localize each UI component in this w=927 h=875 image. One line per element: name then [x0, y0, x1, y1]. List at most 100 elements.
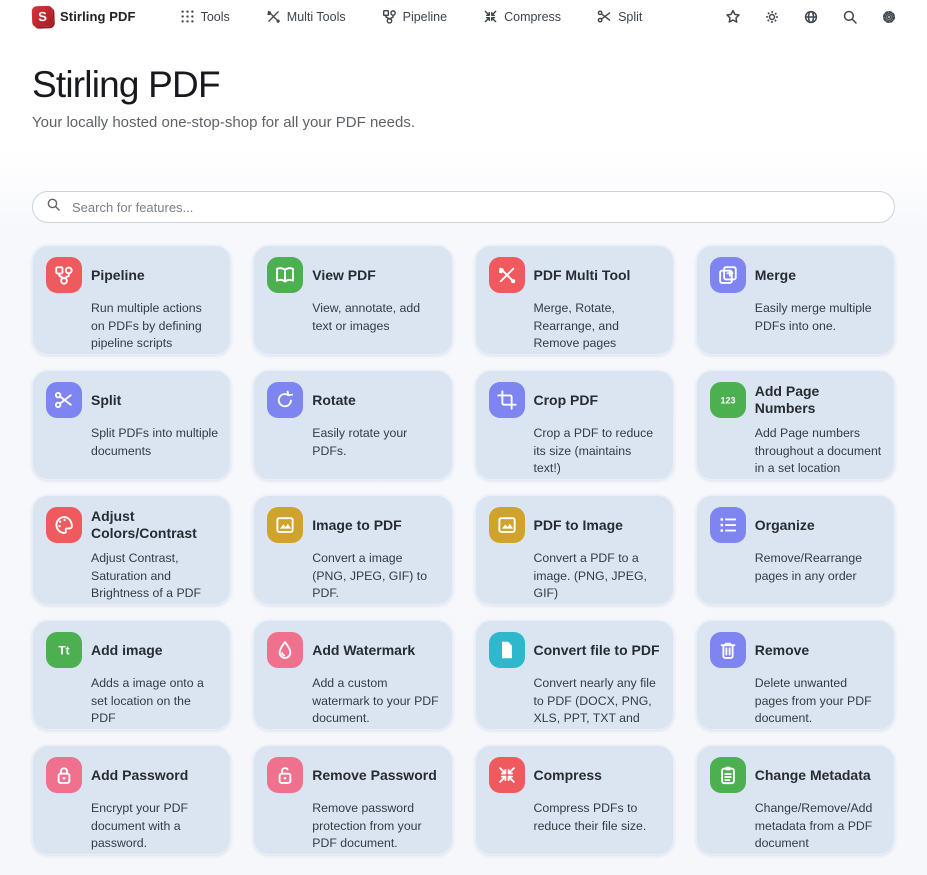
- card-compress[interactable]: CompressCompress PDFs to reduce their fi…: [475, 745, 674, 855]
- unlock-icon: [275, 765, 295, 785]
- crop-icon: [497, 390, 517, 410]
- rotate-icon: [275, 390, 295, 410]
- search-input[interactable]: [70, 199, 881, 216]
- brightness-button[interactable]: [764, 9, 780, 25]
- card-pipeline[interactable]: PipelineRun multiple actions on PDFs by …: [32, 245, 231, 355]
- nav-item-pipeline[interactable]: Pipeline: [382, 9, 447, 24]
- card-add-image[interactable]: Tt Add image Adds a image onto a set locat…: [32, 620, 231, 730]
- card-rotate[interactable]: Rotate Easily rotate your PDFs.: [253, 370, 452, 480]
- feature-search-bar[interactable]: [32, 191, 895, 223]
- card-icon-badge: [46, 382, 82, 418]
- card-description: Convert nearly any file to PDF (DOCX, PN…: [531, 675, 661, 730]
- card-icon-badge: [46, 507, 82, 543]
- card-title: View PDF: [309, 267, 439, 284]
- card-icon-badge: [710, 507, 746, 543]
- card-title: Convert file to PDF: [531, 642, 661, 659]
- card-pdf-multi-tool[interactable]: PDF Multi Tool Merge, Rotate, Rearrange, …: [475, 245, 674, 355]
- brand[interactable]: S Stirling PDF: [32, 6, 136, 27]
- card-title: PDF Multi Tool: [531, 267, 661, 284]
- star-icon: [725, 9, 741, 25]
- clipboard-icon: [718, 765, 738, 785]
- globe-icon: [803, 9, 819, 25]
- star-button[interactable]: [725, 9, 741, 25]
- nav-item-split[interactable]: Split: [597, 9, 642, 24]
- card-organize[interactable]: OrganizeRemove/Rearrange pages in any or…: [696, 495, 895, 605]
- feature-card-grid: PipelineRun multiple actions on PDFs by …: [32, 245, 895, 855]
- nav-item-label: Compress: [504, 10, 561, 24]
- image-icon: [497, 515, 517, 535]
- card-description: Adds a image onto a set location on the …: [88, 675, 218, 727]
- search-icon: [842, 9, 858, 25]
- page-title: Stirling PDF: [32, 63, 895, 107]
- card-icon-badge: [489, 632, 525, 668]
- card-description: Remove/Rearrange pages in any order: [752, 550, 882, 584]
- card-add-page-numbers[interactable]: 123Add Page NumbersAdd Page numbers thro…: [696, 370, 895, 480]
- card-icon-badge: Tt: [46, 632, 82, 668]
- card-description: Change/Remove/Add metadata from a PDF do…: [752, 800, 882, 852]
- card-image-to-pdf[interactable]: Image to PDFConvert a image (PNG, JPEG, …: [253, 495, 452, 605]
- card-remove[interactable]: RemoveDelete unwanted pages from your PD…: [696, 620, 895, 730]
- card-title: Adjust Colors/Contrast: [88, 508, 218, 542]
- settings-gear-button[interactable]: [881, 9, 897, 25]
- compress-arrows-icon: [483, 9, 498, 24]
- scissors-icon: [597, 9, 612, 24]
- card-adjust-colors-contrast[interactable]: Adjust Colors/Contrast Adjust Contrast, S…: [32, 495, 231, 605]
- scissors-icon: [54, 390, 74, 410]
- card-description: Run multiple actions on PDFs by defining…: [88, 300, 218, 352]
- tools-icon: [266, 9, 281, 24]
- card-view-pdf[interactable]: View PDF View, annotate, add text or imag…: [253, 245, 452, 355]
- card-pdf-to-image[interactable]: PDF to ImageConvert a PDF to a image. (P…: [475, 495, 674, 605]
- globe-button[interactable]: [803, 9, 819, 25]
- card-convert-file-to-pdf[interactable]: Convert file to PDF Convert nearly any fi…: [475, 620, 674, 730]
- card-description: Adjust Contrast, Saturation and Brightne…: [88, 550, 218, 602]
- card-add-watermark[interactable]: Add WatermarkAdd a custom watermark to y…: [253, 620, 452, 730]
- card-description: Add Page numbers throughout a document i…: [752, 425, 882, 477]
- settings-gear-icon: [881, 9, 897, 25]
- navbar-actions: [725, 9, 897, 25]
- search-button[interactable]: [842, 9, 858, 25]
- card-split[interactable]: SplitSplit PDFs into multiple documents: [32, 370, 231, 480]
- nav-item-tools[interactable]: Tools: [180, 9, 230, 24]
- brightness-icon: [764, 9, 780, 25]
- nav-menu: Tools Multi Tools Pipeline Compress Split: [180, 9, 643, 24]
- card-icon-badge: [267, 632, 303, 668]
- card-description: View, annotate, add text or images: [309, 300, 439, 334]
- file-icon: [497, 640, 517, 660]
- card-title: Merge: [752, 267, 882, 284]
- brand-name: Stirling PDF: [60, 9, 136, 24]
- tools-icon: [497, 265, 517, 285]
- card-description: Delete unwanted pages from your PDF docu…: [752, 675, 882, 727]
- stirling-logo-icon: S: [32, 6, 54, 28]
- card-icon-badge: [489, 257, 525, 293]
- card-title: Remove Password: [309, 767, 439, 784]
- svg-text:Tt: Tt: [58, 644, 69, 658]
- card-title: Rotate: [309, 392, 439, 409]
- nav-item-label: Pipeline: [403, 10, 447, 24]
- image-icon: [275, 515, 295, 535]
- nav-item-multi-tools[interactable]: Multi Tools: [266, 9, 346, 24]
- card-title: Add Watermark: [309, 642, 439, 659]
- card-description: Easily rotate your PDFs.: [309, 425, 439, 459]
- card-description: Easily merge multiple PDFs into one.: [752, 300, 882, 334]
- card-icon-badge: [46, 757, 82, 793]
- card-title: Split: [88, 392, 218, 409]
- card-icon-badge: [267, 257, 303, 293]
- compress-arrows-icon: [497, 765, 517, 785]
- card-icon-badge: [489, 382, 525, 418]
- card-icon-badge: [46, 257, 82, 293]
- card-title: Add image: [88, 642, 218, 659]
- card-title: Image to PDF: [309, 517, 439, 534]
- nav-item-compress[interactable]: Compress: [483, 9, 561, 24]
- card-description: Merge, Rotate, Rearrange, and Remove pag…: [531, 300, 661, 352]
- card-remove-password[interactable]: Remove Password Remove password protectio…: [253, 745, 452, 855]
- card-description: Crop a PDF to reduce its size (maintains…: [531, 425, 661, 477]
- list-icon: [718, 515, 738, 535]
- card-add-password[interactable]: Add PasswordEncrypt your PDF document wi…: [32, 745, 231, 855]
- card-merge[interactable]: Merge Easily merge multiple PDFs into one…: [696, 245, 895, 355]
- card-change-metadata[interactable]: Change MetadataChange/Remove/Add metadat…: [696, 745, 895, 855]
- card-description: Remove password protection from your PDF…: [309, 800, 439, 852]
- card-crop-pdf[interactable]: Crop PDFCrop a PDF to reduce its size (m…: [475, 370, 674, 480]
- card-description: Encrypt your PDF document with a passwor…: [88, 800, 218, 852]
- book-open-icon: [275, 265, 295, 285]
- grid-icon: [180, 9, 195, 24]
